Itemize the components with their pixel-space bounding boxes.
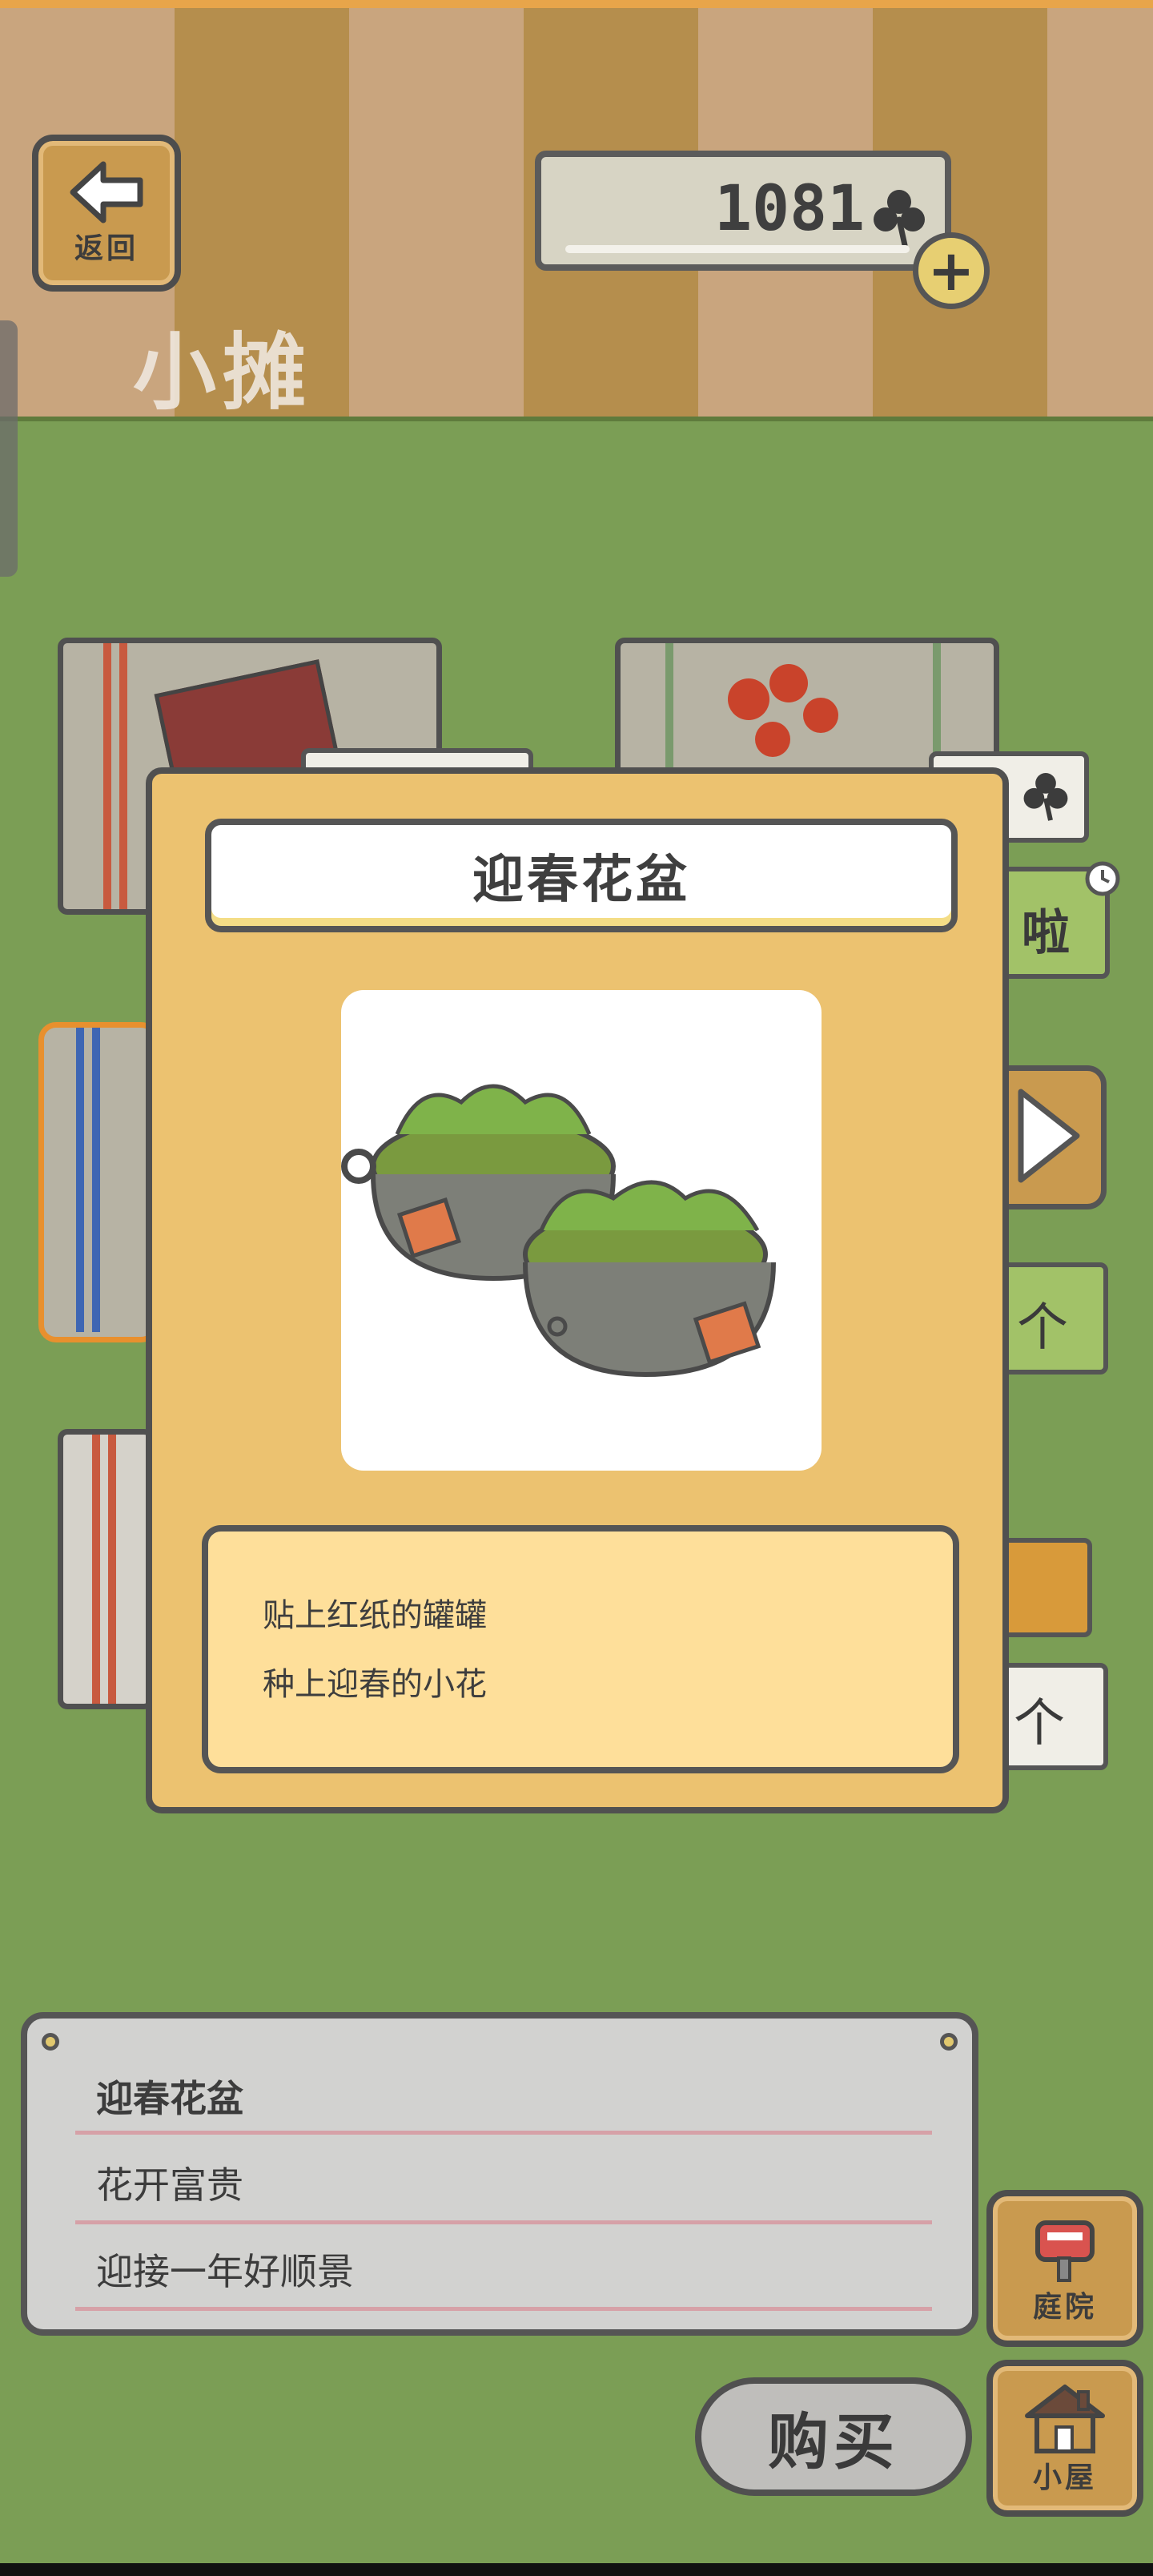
divider: [75, 2307, 932, 2311]
rivet: [42, 2033, 59, 2051]
mailbox-icon: [1035, 2220, 1095, 2282]
status-tag-text: 啦: [1022, 905, 1070, 961]
description-line: 种上迎春的小花: [263, 1666, 487, 1703]
buy-label: 购买: [768, 2406, 899, 2477]
flower-icon: [728, 664, 838, 757]
modal-title: 迎春花盆: [472, 851, 690, 910]
divider: [75, 2220, 932, 2224]
status-tag-text: 个: [1017, 1298, 1068, 1358]
house-label: 小屋: [1032, 2461, 1097, 2494]
buy-button[interactable]: 购买: [695, 2377, 972, 2496]
clover-count: 1081: [714, 173, 865, 245]
item-detail-modal[interactable]: 迎春花盆 贴上红纸的罐罐 种上迎春的小花: [146, 767, 1009, 1813]
rivet: [940, 2033, 958, 2051]
counter-highlight: [565, 245, 910, 253]
page-title: 小摊: [133, 324, 313, 421]
status-strip: [0, 0, 1153, 8]
divider: [75, 2131, 932, 2135]
clover-counter: 1081: [535, 151, 951, 271]
arrow-left-icon: [70, 161, 143, 223]
house-button[interactable]: 小屋: [986, 2360, 1143, 2517]
item-description-box: 贴上红纸的罐罐 种上迎春的小花: [202, 1525, 959, 1773]
back-label: 返回: [74, 232, 139, 265]
add-clover-button[interactable]: +: [913, 232, 990, 309]
play-arrow-icon: [1018, 1089, 1080, 1183]
clover-icon: [874, 190, 925, 248]
clock-icon: [1085, 861, 1120, 896]
side-pull-tab[interactable]: [0, 320, 18, 577]
status-tag-text: 个: [1014, 1694, 1065, 1753]
item-info-board: 迎春花盆 花开富贵 迎接一年好顺景: [21, 2012, 978, 2336]
shop-item-frame[interactable]: [38, 1022, 159, 1342]
clover-icon: [1023, 773, 1068, 821]
item-desc-line: 花开富贵: [96, 2163, 243, 2207]
plus-icon: +: [927, 238, 975, 304]
back-button[interactable]: 返回: [32, 135, 181, 292]
yard-label: 庭院: [1032, 2291, 1097, 2324]
house-icon: [1025, 2385, 1105, 2453]
item-image: [341, 990, 822, 1471]
yard-button[interactable]: 庭院: [986, 2190, 1143, 2347]
flower-pot-icon: [341, 1084, 776, 1378]
system-bar: [0, 2563, 1153, 2576]
item-name: 迎春花盆: [96, 2077, 243, 2120]
shop-item-rug[interactable]: [58, 1429, 154, 1709]
modal-title-box: 迎春花盆: [205, 819, 958, 932]
item-desc-line: 迎接一年好顺景: [96, 2250, 354, 2293]
description-line: 贴上红纸的罐罐: [263, 1597, 487, 1634]
